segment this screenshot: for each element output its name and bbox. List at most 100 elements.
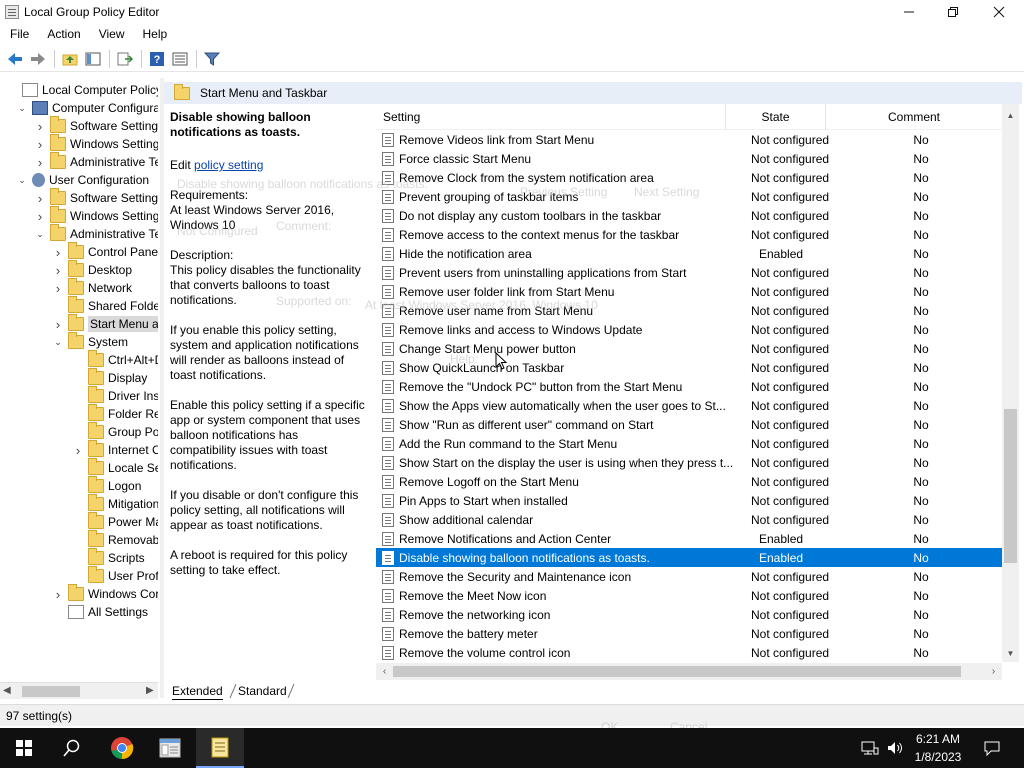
scroll-up-arrow-icon[interactable]: ▲ bbox=[1002, 108, 1019, 122]
menu-help[interactable]: Help bbox=[133, 27, 176, 41]
maximize-button[interactable] bbox=[930, 0, 976, 24]
list-vertical-scrollbar[interactable]: ▲ ▼ bbox=[1002, 104, 1019, 662]
setting-row[interactable]: Remove the networking icon Not configured… bbox=[376, 605, 1002, 624]
tree-item[interactable]: › Internet C bbox=[72, 440, 158, 459]
setting-row[interactable]: Remove links and access to Windows Updat… bbox=[376, 320, 1002, 339]
tree-item[interactable]: Display bbox=[72, 368, 147, 387]
tree-item[interactable]: › Software Settings bbox=[34, 188, 158, 207]
tree-item[interactable]: ⌄ Computer Configura bbox=[16, 99, 158, 117]
setting-row[interactable]: Hide the notification area Enabled No bbox=[376, 244, 1002, 263]
tree-item[interactable]: › Software Settings bbox=[34, 116, 158, 135]
properties-button[interactable] bbox=[169, 48, 191, 70]
tree-item[interactable]: ⌄ Administrative Te bbox=[34, 224, 158, 243]
setting-row[interactable]: Remove the Meet Now icon Not configured No bbox=[376, 586, 1002, 605]
tree-item[interactable]: Mitigation bbox=[72, 494, 158, 513]
menu-file[interactable]: File bbox=[0, 27, 37, 41]
minimize-button[interactable] bbox=[886, 0, 932, 24]
expand-chevron-icon[interactable]: › bbox=[52, 281, 64, 296]
setting-row[interactable]: Show "Run as different user" command on … bbox=[376, 415, 1002, 434]
forward-button[interactable] bbox=[27, 48, 49, 70]
setting-row[interactable]: Force classic Start Menu Not configured No bbox=[376, 149, 1002, 168]
column-header-state[interactable]: State bbox=[726, 104, 826, 130]
expand-chevron-icon[interactable]: › bbox=[52, 263, 64, 278]
collapse-chevron-icon[interactable]: ⌄ bbox=[34, 228, 46, 240]
chrome-taskbar-button[interactable] bbox=[98, 728, 146, 768]
list-vertical-scroll-thumb[interactable] bbox=[1004, 409, 1017, 563]
expand-chevron-icon[interactable]: › bbox=[52, 317, 64, 332]
scroll-left-arrow-icon[interactable]: ◀ bbox=[3, 685, 11, 696]
tree-item[interactable]: Power Ma bbox=[72, 512, 158, 531]
action-center-button[interactable] bbox=[974, 728, 1010, 768]
tree-item[interactable]: Group Pol bbox=[72, 422, 158, 441]
tree-item[interactable]: Driver Inst bbox=[72, 386, 158, 405]
tree-item[interactable]: Locale Ser bbox=[72, 458, 158, 477]
tree-item[interactable]: ⌄ System bbox=[52, 332, 128, 351]
expand-chevron-icon[interactable]: › bbox=[52, 245, 64, 260]
setting-row[interactable]: Remove Logoff on the Start Menu Not confi… bbox=[376, 472, 1002, 491]
edit-policy-setting-link[interactable]: policy setting bbox=[194, 158, 263, 172]
tab-extended[interactable]: Extended bbox=[172, 682, 223, 700]
setting-row[interactable]: Change Start Menu power button Not config… bbox=[376, 339, 1002, 358]
scroll-left-arrow-icon[interactable]: ‹ bbox=[376, 663, 393, 680]
setting-row[interactable]: Prevent users from uninstalling applicat… bbox=[376, 263, 1002, 282]
tree-item[interactable]: Scripts bbox=[72, 548, 145, 567]
tree-item[interactable]: › Windows Setting bbox=[34, 134, 158, 153]
tree-item[interactable]: Folder Red bbox=[72, 404, 158, 423]
setting-row[interactable]: Show QuickLaunch on Taskbar Not configure… bbox=[376, 358, 1002, 377]
tree-item[interactable]: › Administrative Te bbox=[34, 152, 158, 171]
setting-row[interactable]: Pin Apps to Start when installed Not conf… bbox=[376, 491, 1002, 510]
tree-scroll-thumb[interactable] bbox=[22, 686, 80, 697]
setting-row[interactable]: Remove the battery meter Not configured No bbox=[376, 624, 1002, 643]
list-horizontal-scrollbar[interactable]: ‹ › bbox=[376, 663, 1002, 680]
setting-row[interactable]: Remove the Security and Maintenance icon… bbox=[376, 567, 1002, 586]
scroll-down-arrow-icon[interactable]: ▼ bbox=[1002, 646, 1019, 660]
collapse-chevron-icon[interactable]: ⌄ bbox=[16, 174, 28, 186]
scroll-right-arrow-icon[interactable]: ▶ bbox=[146, 685, 154, 696]
menu-view[interactable]: View bbox=[89, 27, 133, 41]
up-one-level-button[interactable] bbox=[59, 48, 81, 70]
tree-item[interactable]: › Windows Setting bbox=[34, 206, 158, 225]
tree-item[interactable]: › Desktop bbox=[52, 260, 132, 279]
expand-chevron-icon[interactable]: › bbox=[72, 443, 84, 458]
tree-item[interactable]: › Start Menu ar bbox=[52, 314, 158, 333]
group-policy-taskbar-button[interactable] bbox=[146, 728, 194, 768]
setting-row[interactable]: Show the Apps view automatically when th… bbox=[376, 396, 1002, 415]
setting-row[interactable]: Show Start on the display the user is us… bbox=[376, 453, 1002, 472]
tree-horizontal-scrollbar[interactable]: ◀ ▶ bbox=[0, 682, 158, 699]
setting-row[interactable]: Remove user folder link from Start Menu N… bbox=[376, 282, 1002, 301]
setting-row[interactable]: Remove Videos link from Start Menu Not co… bbox=[376, 130, 1002, 149]
volume-button[interactable] bbox=[882, 728, 908, 768]
tree-item[interactable]: › Control Panel bbox=[52, 242, 158, 261]
expand-chevron-icon[interactable]: › bbox=[34, 155, 46, 170]
setting-row[interactable]: Remove Clock from the system notificatio… bbox=[376, 168, 1002, 187]
column-header-comment[interactable]: Comment bbox=[826, 104, 1002, 130]
tree-item[interactable]: Shared Folder bbox=[52, 296, 158, 315]
setting-row[interactable]: Remove user name from Start Menu Not conf… bbox=[376, 301, 1002, 320]
setting-row[interactable]: Do not display any custom toolbars in th… bbox=[376, 206, 1002, 225]
collapse-chevron-icon[interactable]: ⌄ bbox=[16, 102, 28, 114]
setting-row[interactable]: Disable showing balloon notifications as… bbox=[376, 548, 1002, 567]
setting-row[interactable]: Remove access to the context menus for t… bbox=[376, 225, 1002, 244]
collapse-chevron-icon[interactable]: ⌄ bbox=[52, 336, 64, 348]
expand-chevron-icon[interactable]: › bbox=[34, 191, 46, 206]
tree-item[interactable]: Local Computer Policy bbox=[6, 81, 158, 99]
tree-item[interactable]: Ctrl+Alt+D bbox=[72, 350, 158, 369]
expand-chevron-icon[interactable]: › bbox=[34, 137, 46, 152]
scroll-right-arrow-icon[interactable]: › bbox=[985, 663, 1002, 680]
filter-button[interactable] bbox=[201, 48, 223, 70]
setting-row[interactable]: Remove the volume control icon Not config… bbox=[376, 643, 1002, 662]
tree-item[interactable]: Removabl bbox=[72, 530, 158, 549]
setting-row[interactable]: Remove the "Undock PC" button from the S… bbox=[376, 377, 1002, 396]
expand-chevron-icon[interactable]: › bbox=[34, 119, 46, 134]
setting-row[interactable]: Show additional calendar Not configured No bbox=[376, 510, 1002, 529]
setting-row[interactable]: Prevent grouping of taskbar items Not con… bbox=[376, 187, 1002, 206]
list-horizontal-scroll-thumb[interactable] bbox=[393, 666, 961, 677]
close-button[interactable] bbox=[976, 0, 1022, 24]
help-button[interactable]: ? bbox=[146, 48, 168, 70]
tab-standard[interactable]: Standard bbox=[238, 682, 287, 700]
show-hide-tree-button[interactable] bbox=[82, 48, 104, 70]
tree-item[interactable]: › Windows Cor bbox=[52, 584, 158, 603]
taskbar-clock[interactable]: 6:21 AM 1/8/2023 bbox=[908, 730, 968, 766]
start-button[interactable] bbox=[0, 728, 48, 768]
notepad-taskbar-button[interactable] bbox=[196, 728, 244, 768]
